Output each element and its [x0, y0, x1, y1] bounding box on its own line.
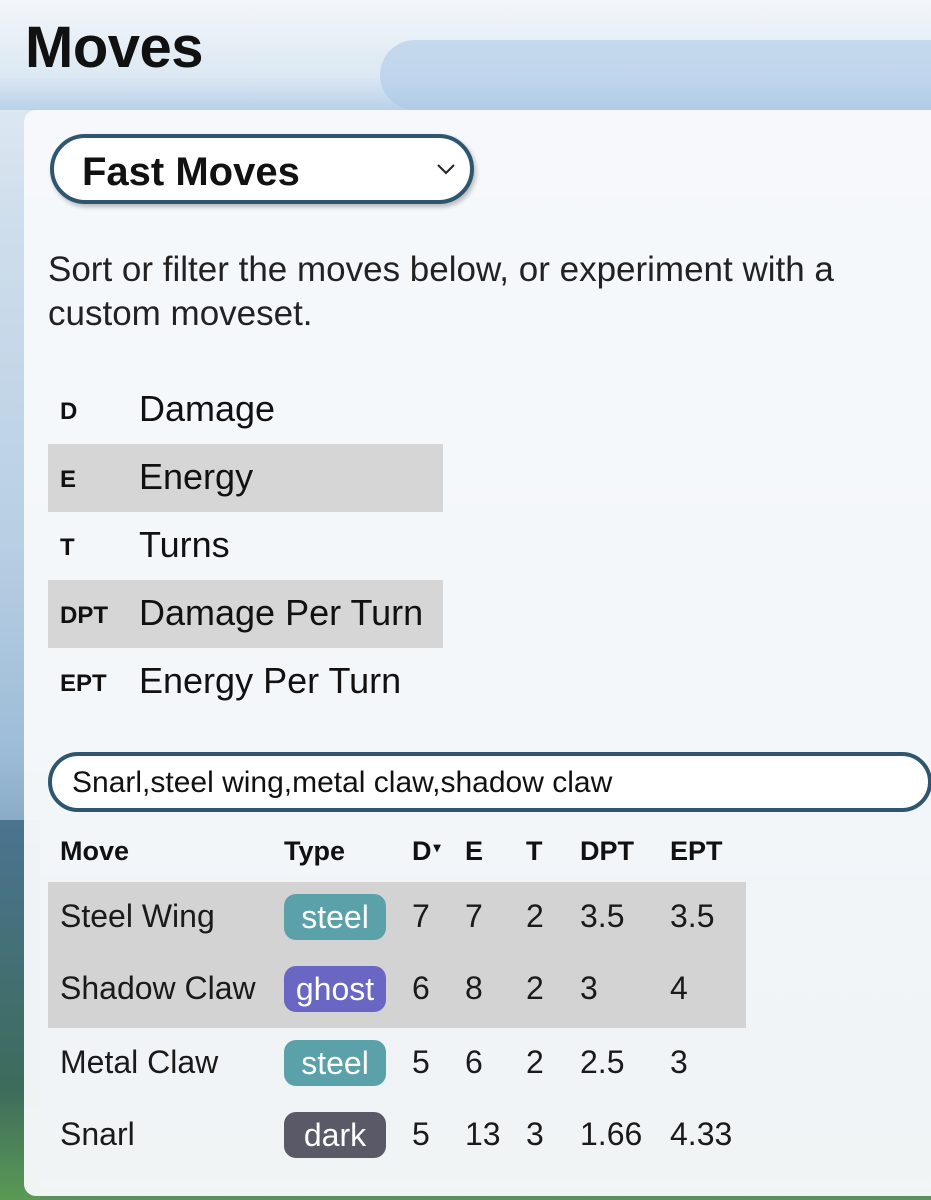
dpt-value: 2.5 [580, 1044, 625, 1080]
header-damage-label: D [412, 836, 432, 866]
legend-label: Damage [139, 388, 276, 429]
ept-value: 4 [670, 970, 688, 1006]
legend-row-damage: D Damage [48, 376, 443, 444]
turns-value: 2 [526, 1044, 544, 1080]
dpt-value: 3 [580, 970, 598, 1006]
intro-text: Sort or filter the moves below, or exper… [48, 250, 834, 333]
sort-desc-icon: ▾ [433, 839, 441, 855]
move-category-select[interactable]: Fast Moves [50, 134, 474, 204]
move-category-selected: Fast Moves [82, 150, 300, 194]
energy-value: 13 [465, 1116, 501, 1152]
legend-row-dpt: DPT Damage Per Turn [48, 580, 443, 648]
header-turns[interactable]: T [526, 836, 543, 867]
type-badge: ghost [284, 966, 386, 1012]
stat-legend: D Damage E Energy T Turns DPT Damage Per… [48, 376, 443, 716]
page-title: Moves [25, 15, 204, 80]
legend-abbr: DPT [60, 602, 108, 629]
header-energy[interactable]: E [465, 836, 483, 867]
legend-label: Energy Per Turn [139, 660, 402, 701]
legend-row-ept: EPT Energy Per Turn [48, 648, 443, 716]
ept-value: 4.33 [670, 1116, 733, 1152]
legend-label: Turns [139, 524, 230, 565]
table-row[interactable]: Steel Wing steel 7 7 2 3.5 3.5 [48, 882, 746, 954]
header-damage[interactable]: D ▾ [412, 836, 441, 867]
move-name: Shadow Claw [60, 970, 256, 1006]
table-row[interactable]: Shadow Claw ghost 6 8 2 3 4 [48, 954, 746, 1028]
energy-value: 8 [465, 970, 483, 1006]
chevron-down-icon [436, 162, 456, 180]
header-type[interactable]: Type [284, 836, 345, 867]
damage-value: 5 [412, 1116, 430, 1152]
background-cloud [380, 40, 931, 110]
turns-value: 2 [526, 898, 544, 934]
ept-value: 3.5 [670, 898, 715, 934]
legend-label: Damage Per Turn [139, 592, 424, 633]
dpt-value: 1.66 [580, 1116, 643, 1152]
move-name: Metal Claw [60, 1044, 219, 1080]
legend-abbr: EPT [60, 670, 107, 697]
table-row[interactable]: Metal Claw steel 5 6 2 2.5 3 [48, 1028, 746, 1100]
table-row[interactable]: Snarl dark 5 13 3 1.66 4.33 [48, 1100, 746, 1172]
type-badge: steel [284, 894, 386, 940]
damage-value: 6 [412, 970, 430, 1006]
header-ept[interactable]: EPT [670, 836, 723, 867]
move-search-input[interactable]: Snarl,steel wing,metal claw,shadow claw [48, 752, 931, 812]
turns-value: 3 [526, 1116, 544, 1152]
damage-value: 7 [412, 898, 430, 934]
legend-row-turns: T Turns [48, 512, 443, 580]
move-name: Snarl [60, 1116, 135, 1152]
legend-abbr: E [60, 466, 77, 493]
turns-value: 2 [526, 970, 544, 1006]
legend-row-energy: E Energy [48, 444, 443, 512]
type-badge: dark [284, 1112, 386, 1158]
legend-abbr: T [60, 534, 75, 561]
energy-value: 6 [465, 1044, 483, 1080]
header-move[interactable]: Move [60, 836, 129, 867]
dpt-value: 3.5 [580, 898, 625, 934]
legend-label: Energy [139, 456, 254, 497]
header-dpt[interactable]: DPT [580, 836, 634, 867]
move-name: Steel Wing [60, 898, 215, 934]
search-input-value: Snarl,steel wing,metal claw,shadow claw [72, 766, 613, 799]
damage-value: 5 [412, 1044, 430, 1080]
energy-value: 7 [465, 898, 483, 934]
type-badge: steel [284, 1040, 386, 1086]
moves-panel: Fast Moves Sort or filter the moves belo… [24, 110, 931, 1196]
ept-value: 3 [670, 1044, 688, 1080]
legend-abbr: D [60, 398, 78, 425]
